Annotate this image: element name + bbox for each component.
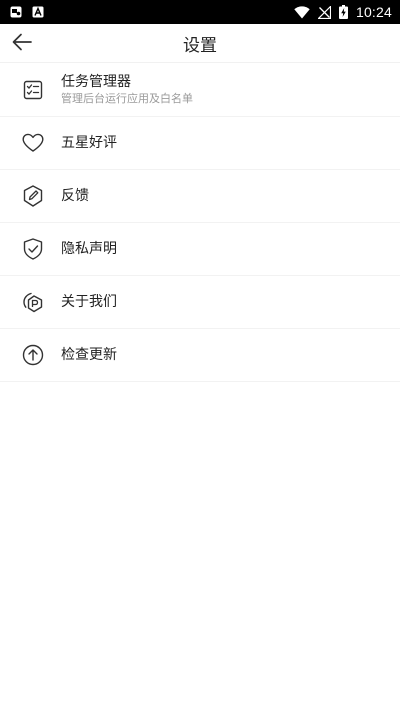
gallery-notification-icon bbox=[10, 6, 22, 18]
app-notification-icon bbox=[32, 6, 44, 18]
wifi-icon bbox=[294, 5, 310, 19]
settings-item-rating[interactable]: 五星好评 bbox=[0, 117, 400, 170]
checklist-icon bbox=[22, 79, 44, 101]
settings-item-label: 检查更新 bbox=[61, 347, 117, 363]
settings-item-task-manager[interactable]: 任务管理器 管理后台运行应用及白名单 bbox=[0, 63, 400, 117]
settings-item-privacy[interactable]: 隐私声明 bbox=[0, 223, 400, 276]
status-bar-system: 10:24 bbox=[286, 4, 392, 20]
settings-list: 任务管理器 管理后台运行应用及白名单 五星好评 反馈 隐私声明 关于我们 检查更… bbox=[0, 63, 400, 382]
settings-item-label: 隐私声明 bbox=[61, 241, 117, 257]
settings-item-label: 五星好评 bbox=[61, 135, 117, 151]
feedback-pen-icon bbox=[22, 185, 44, 207]
no-signal-icon bbox=[317, 5, 331, 19]
settings-item-text: 任务管理器 管理后台运行应用及白名单 bbox=[61, 73, 193, 106]
arrow-left-icon bbox=[12, 33, 32, 51]
about-badge-icon bbox=[22, 291, 44, 313]
settings-item-sublabel: 管理后台运行应用及白名单 bbox=[61, 92, 193, 105]
arrow-up-circle-icon bbox=[22, 344, 44, 366]
settings-item-text: 反馈 bbox=[61, 187, 89, 205]
shield-check-icon bbox=[22, 238, 44, 260]
status-bar-notifications bbox=[10, 6, 54, 18]
settings-item-check-update[interactable]: 检查更新 bbox=[0, 329, 400, 382]
app-bar: 设置 bbox=[0, 24, 400, 63]
settings-item-label: 任务管理器 bbox=[61, 74, 131, 90]
battery-charging-icon bbox=[338, 5, 348, 19]
status-bar-time: 10:24 bbox=[355, 4, 392, 20]
settings-item-feedback[interactable]: 反馈 bbox=[0, 170, 400, 223]
status-bar: 10:24 bbox=[0, 0, 400, 24]
settings-item-label: 反馈 bbox=[61, 188, 89, 204]
settings-item-text: 检查更新 bbox=[61, 346, 117, 364]
settings-item-about[interactable]: 关于我们 bbox=[0, 276, 400, 329]
settings-item-text: 隐私声明 bbox=[61, 240, 117, 258]
heart-icon bbox=[22, 132, 44, 154]
page-title: 设置 bbox=[183, 35, 217, 56]
back-button[interactable] bbox=[10, 30, 34, 54]
settings-item-text: 五星好评 bbox=[61, 134, 117, 152]
settings-item-label: 关于我们 bbox=[61, 294, 117, 310]
settings-item-text: 关于我们 bbox=[61, 293, 117, 311]
